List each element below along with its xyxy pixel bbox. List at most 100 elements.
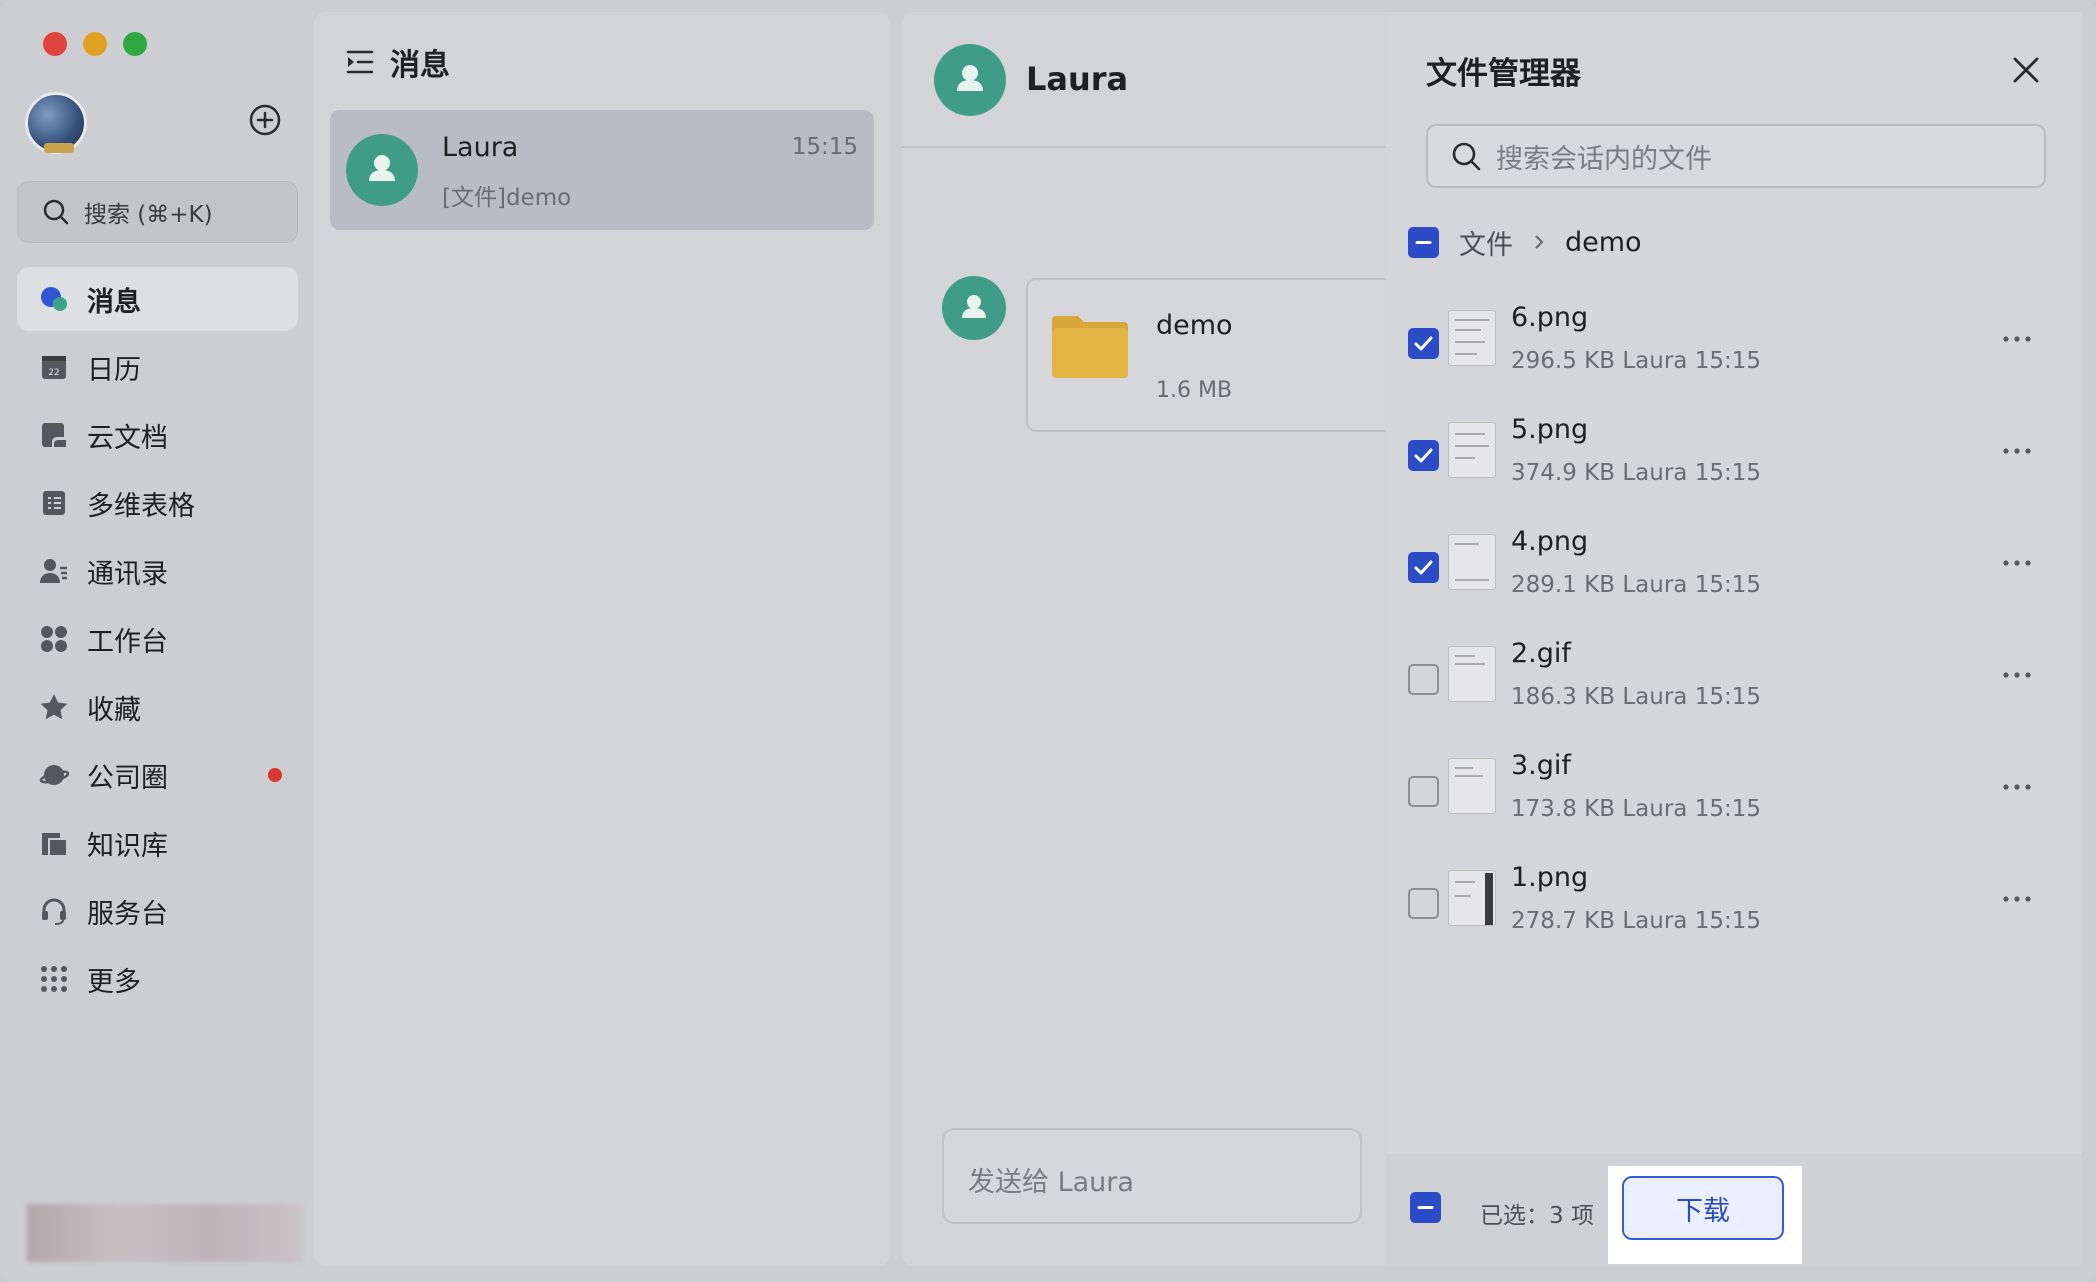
file-row[interactable]: 3.gif 173.8 KB Laura 15:15 (1386, 726, 2082, 838)
svg-text:22: 22 (48, 368, 59, 378)
grid-dots-icon (41, 966, 67, 992)
contacts-icon (40, 559, 67, 583)
message-input-placeholder: 发送给 Laura (968, 1167, 1134, 1198)
file-message-card[interactable]: demo 1.6 MB (1026, 278, 1446, 432)
more-options-icon[interactable] (2000, 882, 2034, 916)
conversation-title: Laura (1026, 60, 1129, 98)
sidebar-item-moments[interactable]: 公司圈 (17, 743, 298, 807)
file-checkbox[interactable] (1408, 888, 1439, 919)
search-placeholder: 搜索 (⌘+K) (84, 202, 213, 228)
message-input[interactable]: 发送给 Laura (942, 1128, 1362, 1224)
file-search-input[interactable]: 搜索会话内的文件 (1426, 124, 2046, 188)
collapse-list-icon[interactable] (344, 46, 376, 78)
file-row[interactable]: 5.png 374.9 KB Laura 15:15 (1386, 390, 2082, 502)
file-manager-drawer: 文件管理器 搜索会话内的文件 文件 demo 6.png 296.5 KB La… (1386, 12, 2082, 1266)
folder-icon (1052, 316, 1128, 378)
file-thumbnail (1448, 758, 1496, 814)
star-icon (40, 694, 68, 720)
file-row[interactable]: 4.png 289.1 KB Laura 15:15 (1386, 502, 2082, 614)
file-thumbnail (1448, 310, 1496, 366)
file-checkbox[interactable] (1408, 440, 1439, 471)
cloud-doc-icon (42, 423, 66, 447)
sidebar-item-docs[interactable]: 云文档 (17, 403, 298, 467)
person-icon (369, 155, 395, 181)
breadcrumb-root[interactable]: 文件 (1459, 223, 1513, 262)
sidebar-item-label: 更多 (87, 966, 141, 998)
chat-bubble-icon (41, 287, 67, 311)
sidebar-item-label: 知识库 (87, 830, 168, 862)
close-icon[interactable] (2008, 52, 2044, 88)
sidebar-nav: 消息 22 日历 云文档 多维表格 通讯录 工作台 收藏 公司圈 知识库 服务台… (17, 267, 298, 1015)
chat-preview: [文件]demo (442, 185, 572, 211)
file-checkbox[interactable] (1408, 776, 1439, 807)
file-meta: 289.1 KB Laura 15:15 (1511, 572, 1761, 598)
file-search-placeholder: 搜索会话内的文件 (1496, 143, 1712, 175)
file-thumbnail (1448, 422, 1496, 478)
file-row[interactable]: 6.png 296.5 KB Laura 15:15 (1386, 278, 2082, 390)
file-name: 6.png (1511, 302, 1589, 333)
chevron-right-icon (1535, 235, 1544, 249)
base-table-icon (43, 491, 65, 515)
file-name: 5.png (1511, 414, 1589, 445)
chat-list-header: 消息 (344, 40, 450, 84)
file-thumbnail (1448, 534, 1496, 590)
add-circle-icon[interactable] (248, 103, 282, 137)
file-checkbox[interactable] (1408, 328, 1439, 359)
more-options-icon[interactable] (2000, 770, 2034, 804)
file-message-name: demo (1156, 310, 1233, 341)
calendar-icon: 22 (42, 356, 66, 379)
sidebar-item-label: 消息 (87, 286, 141, 318)
chat-list-item[interactable]: Laura 15:15 [文件]demo (330, 110, 874, 230)
file-row[interactable]: 1.png 278.7 KB Laura 15:15 (1386, 838, 2082, 950)
person-icon (962, 295, 986, 318)
select-all-checkbox[interactable] (1408, 226, 1439, 258)
sidebar: 搜索 (⌘+K) 消息 22 日历 云文档 多维表格 通讯录 工作台 收藏 公司… (0, 0, 312, 1282)
download-button[interactable]: 下载 (1622, 1176, 1784, 1240)
sidebar-item-label: 收藏 (87, 694, 141, 726)
search-icon (43, 199, 69, 225)
file-thumbnail (1448, 646, 1496, 702)
minus-icon (1415, 240, 1432, 244)
sidebar-item-helpdesk[interactable]: 服务台 (17, 879, 298, 943)
download-highlight: 下载 (1608, 1166, 1802, 1264)
contact-avatar (346, 134, 418, 206)
workplace-icon (41, 626, 67, 652)
sidebar-item-contacts[interactable]: 通讯录 (17, 539, 298, 603)
message-sender-avatar[interactable] (942, 276, 1006, 340)
sidebar-item-label: 日历 (87, 354, 141, 386)
person-icon (957, 65, 983, 91)
user-avatar[interactable] (25, 92, 87, 154)
chat-time: 15:15 (791, 134, 858, 160)
more-options-icon[interactable] (2000, 658, 2034, 692)
sidebar-item-messages[interactable]: 消息 (17, 267, 298, 331)
wiki-icon (42, 833, 66, 855)
checkmark-icon (1414, 560, 1433, 575)
sidebar-item-workplace[interactable]: 工作台 (17, 607, 298, 671)
file-meta: 173.8 KB Laura 15:15 (1511, 796, 1761, 822)
file-row[interactable]: 2.gif 186.3 KB Laura 15:15 (1386, 614, 2082, 726)
sidebar-item-base[interactable]: 多维表格 (17, 471, 298, 535)
selected-count: 已选：3 项 (1480, 1203, 1594, 1229)
sidebar-item-label: 工作台 (87, 626, 168, 658)
more-options-icon[interactable] (2000, 546, 2034, 580)
contact-avatar[interactable] (934, 44, 1006, 116)
file-name: 3.gif (1511, 750, 1571, 781)
sidebar-item-calendar[interactable]: 22 日历 (17, 335, 298, 399)
file-checkbox[interactable] (1408, 552, 1439, 583)
file-name: 2.gif (1511, 638, 1571, 669)
more-options-icon[interactable] (2000, 322, 2034, 356)
sidebar-item-label: 公司圈 (87, 762, 168, 794)
file-meta: 278.7 KB Laura 15:15 (1511, 908, 1761, 934)
sidebar-item-label: 通讯录 (87, 558, 168, 590)
sidebar-item-wiki[interactable]: 知识库 (17, 811, 298, 875)
footer-select-all-checkbox[interactable] (1410, 1192, 1441, 1223)
checkmark-icon (1414, 448, 1433, 463)
sidebar-item-favorites[interactable]: 收藏 (17, 675, 298, 739)
file-manager-title: 文件管理器 (1426, 56, 1581, 92)
chat-list-panel: 消息 Laura 15:15 [文件]demo (314, 12, 890, 1266)
sidebar-item-more[interactable]: 更多 (17, 947, 298, 1011)
global-search[interactable]: 搜索 (⌘+K) (17, 181, 298, 243)
more-options-icon[interactable] (2000, 434, 2034, 468)
file-meta: 296.5 KB Laura 15:15 (1511, 348, 1761, 374)
file-checkbox[interactable] (1408, 664, 1439, 695)
